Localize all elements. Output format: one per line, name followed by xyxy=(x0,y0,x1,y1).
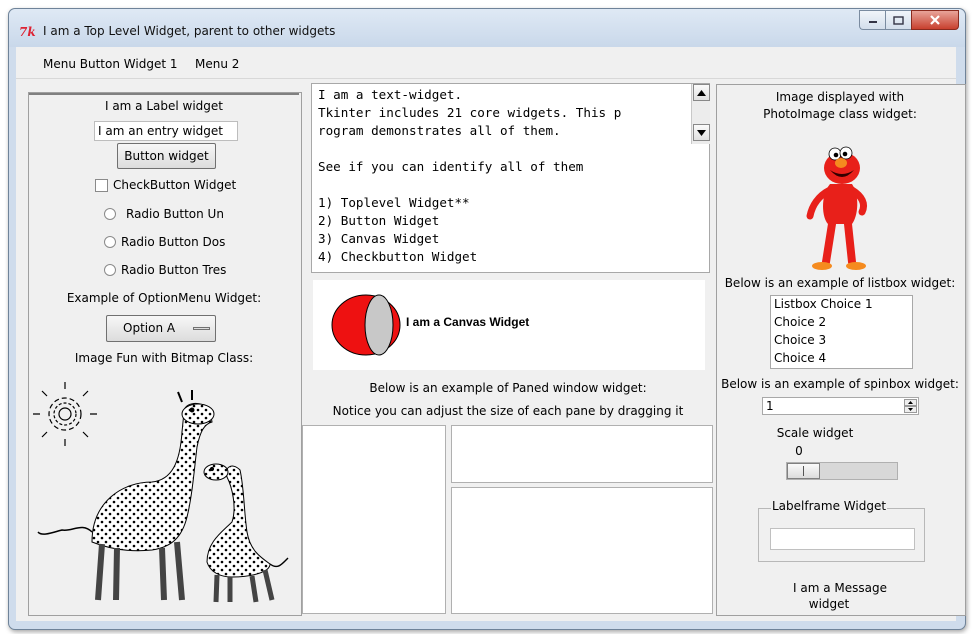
scroll-up-arrow-icon[interactable] xyxy=(693,84,710,101)
scale-value: 0 xyxy=(795,444,803,458)
big-giraffe xyxy=(37,390,215,601)
title-bar[interactable]: 7k I am a Top Level Widget, parent to ot… xyxy=(9,9,965,47)
optionmenu-value: Option A xyxy=(123,321,176,335)
radio-label-tres: Radio Button Tres xyxy=(121,263,227,277)
optionmenu-widget[interactable]: Option A xyxy=(106,315,216,342)
spinbox-up-icon[interactable] xyxy=(904,399,917,406)
tk-feather-logo-icon: 7k xyxy=(19,25,36,39)
text-line: 2) Button Widget xyxy=(318,213,440,228)
window-title: I am a Top Level Widget, parent to other… xyxy=(43,24,336,38)
minimize-icon[interactable] xyxy=(859,10,885,30)
canvas-text: I am a Canvas Widget xyxy=(406,315,530,329)
text-line: rogram demonstrates all of them. xyxy=(318,123,561,138)
canvas-arc-shape xyxy=(331,294,401,356)
text-widget[interactable]: I am a text-widget. Tkinter includes 21 … xyxy=(311,83,710,273)
scroll-down-arrow-icon[interactable] xyxy=(693,124,710,141)
text-line: Tkinter includes 21 core widgets. This p xyxy=(318,105,622,120)
radio-button-tres[interactable] xyxy=(104,264,116,276)
button-widget[interactable]: Button widget xyxy=(117,143,216,169)
labelframe-widget: Labelframe Widget xyxy=(758,499,925,562)
spinbox-value[interactable]: 1 xyxy=(766,399,774,413)
text-line: I am a text-widget. xyxy=(318,87,463,102)
scale-slider-handle[interactable] xyxy=(787,463,820,479)
listbox-caption: Below is an example of listbox widget: xyxy=(724,276,956,290)
radio-button-dos[interactable] xyxy=(104,236,116,248)
text-scrollbar[interactable] xyxy=(691,84,710,144)
photo-caption-2: PhotoImage class widget: xyxy=(763,107,917,121)
text-line: 1) Toplevel Widget** xyxy=(318,195,470,210)
scale-handle-grip xyxy=(803,466,804,476)
menubar: Menu Button Widget 1 Menu 2 xyxy=(16,47,956,79)
labelframe-entry[interactable] xyxy=(770,528,915,550)
paned-window-pane-bottom-right[interactable] xyxy=(451,487,713,614)
paned-window-pane-left[interactable] xyxy=(302,425,446,614)
left-frame-top-border xyxy=(29,93,299,95)
list-item[interactable]: Choice 3 xyxy=(774,333,826,347)
paned-caption-1: Below is an example of Paned window widg… xyxy=(369,381,647,395)
list-item[interactable]: Choice 4 xyxy=(774,351,826,365)
list-item[interactable]: Choice 2 xyxy=(774,315,826,329)
text-line: 3) Canvas Widget xyxy=(318,231,440,246)
scale-trough[interactable] xyxy=(786,462,898,480)
text-line: 4) Checkbutton Widget xyxy=(318,249,478,264)
paned-window-pane-top-right[interactable] xyxy=(451,425,713,483)
list-item[interactable]: Listbox Choice 1 xyxy=(774,297,873,311)
message-line-1: I am a Message xyxy=(793,581,887,595)
text-line: See if you can identify all of them xyxy=(318,159,584,174)
radio-label-un: Radio Button Un xyxy=(126,207,224,221)
checkbutton-label: CheckButton Widget xyxy=(113,178,237,192)
checkbutton-box[interactable] xyxy=(95,179,108,192)
paned-caption-2: Notice you can adjust the size of each p… xyxy=(332,404,684,418)
small-giraffe xyxy=(203,463,289,603)
close-icon[interactable] xyxy=(911,10,959,30)
option-menu-indicator-icon xyxy=(193,327,210,330)
canvas-widget[interactable]: I am a Canvas Widget xyxy=(313,280,705,370)
photo-caption-1: Image displayed with xyxy=(775,90,905,104)
giraffe-bitmap-image xyxy=(33,382,289,603)
spinbox-widget[interactable]: 1 xyxy=(762,397,919,415)
listbox-widget[interactable]: Listbox Choice 1 Choice 2 Choice 3 Choic… xyxy=(770,295,913,369)
scale-caption: Scale widget xyxy=(776,426,854,440)
spinbox-caption: Below is an example of spinbox widget: xyxy=(721,377,959,391)
menu-2[interactable]: Menu 2 xyxy=(195,57,239,71)
labelframe-caption: Labelframe Widget xyxy=(771,499,888,513)
message-line-2: widget xyxy=(808,597,850,611)
maximize-icon[interactable] xyxy=(885,10,911,30)
optionmenu-caption: Example of OptionMenu Widget: xyxy=(66,291,262,305)
radio-label-dos: Radio Button Dos xyxy=(121,235,226,249)
spinbox-down-icon[interactable] xyxy=(904,406,917,413)
label-widget: I am a Label widget xyxy=(104,99,224,113)
entry-widget[interactable]: I am an entry widget xyxy=(94,121,238,141)
sun-icon xyxy=(33,382,97,446)
window-controls xyxy=(859,10,959,30)
elmo-photoimage xyxy=(806,146,868,270)
menu-button-widget-1[interactable]: Menu Button Widget 1 xyxy=(43,57,177,71)
radio-button-un[interactable] xyxy=(104,208,116,220)
bitmap-caption: Image Fun with Bitmap Class: xyxy=(74,351,254,365)
